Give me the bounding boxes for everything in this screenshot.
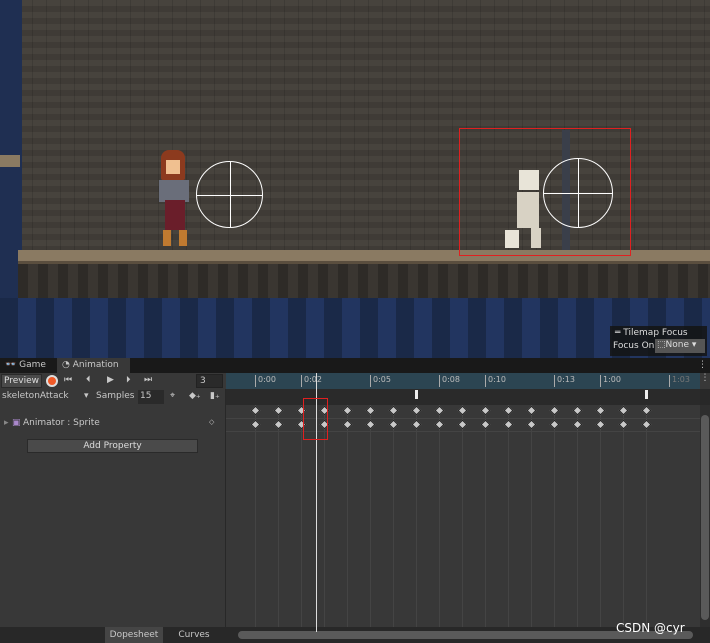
add-event-icon[interactable]: ▮₊ xyxy=(210,391,220,401)
clip-toolbar: skeletonAttack ▾ Samples 15 ⌖ ◆₊ ▮₊ xyxy=(0,389,225,405)
animation-clock-icon: ◔ xyxy=(62,360,70,370)
tab-label: Game xyxy=(19,360,46,370)
preview-button[interactable]: Preview xyxy=(1,374,42,388)
keyframe[interactable] xyxy=(572,405,583,416)
keyframe[interactable] xyxy=(411,405,422,416)
frame-gridline xyxy=(623,405,624,627)
clip-dropdown[interactable]: skeletonAttack ▾ xyxy=(2,391,92,401)
pivot-gizmo[interactable] xyxy=(196,161,263,228)
frame-gridline xyxy=(600,405,601,627)
keyframe[interactable] xyxy=(273,405,284,416)
frame-gridline xyxy=(278,405,279,627)
floor-bricks xyxy=(18,264,710,298)
property-row[interactable]: ▸ ▣ Animator : Sprite ◇ xyxy=(0,417,225,431)
frame-gridline xyxy=(577,405,578,627)
frame-gridline xyxy=(508,405,509,627)
keyframe-diamond-icon[interactable]: ◇ xyxy=(209,418,214,426)
play-icon[interactable]: ▶ xyxy=(107,375,114,385)
tab-label: Animation xyxy=(72,360,119,370)
keyframe[interactable] xyxy=(641,405,652,416)
frame-gridline xyxy=(462,405,463,627)
frame-gridline xyxy=(439,405,440,627)
keyframe[interactable] xyxy=(526,405,537,416)
ruler-label: 0:05 xyxy=(370,375,391,387)
keyframe[interactable] xyxy=(618,405,629,416)
keyframe[interactable] xyxy=(549,405,560,416)
watermark: CSDN @cyr xyxy=(616,621,685,635)
keyframe[interactable] xyxy=(457,405,468,416)
dashed-box-icon: ⬚ xyxy=(657,340,666,350)
event-marker[interactable] xyxy=(415,390,418,399)
property-panel: ▸ ▣ Animator : Sprite ◇ Add Property xyxy=(0,405,225,627)
first-keyframe-icon[interactable]: ⏮ xyxy=(64,375,72,385)
property-label: Animator : Sprite xyxy=(23,418,100,428)
tab-bar: 👓 Game ◔ Animation ⋮ xyxy=(0,358,710,373)
frame-gridline xyxy=(255,405,256,627)
frame-gridline xyxy=(347,405,348,627)
ruler-label: 0:02 xyxy=(301,375,322,387)
frame-gridline xyxy=(301,405,302,627)
add-property-button[interactable]: Add Property xyxy=(27,439,198,453)
prev-keyframe-icon[interactable]: ⏴ xyxy=(86,375,91,385)
gamepad-icon: 👓 xyxy=(5,360,17,370)
keyframe[interactable] xyxy=(250,405,261,416)
ruler-label: 0:00 xyxy=(255,375,276,387)
keyframe[interactable] xyxy=(503,405,514,416)
add-keyframe-icon[interactable]: ◆₊ xyxy=(189,391,201,401)
ruler-label: 0:10 xyxy=(485,375,506,387)
keyframe[interactable] xyxy=(480,405,491,416)
pivot-gizmo-skeleton[interactable] xyxy=(543,158,613,228)
ruler-label: 0:13 xyxy=(554,375,575,387)
keyframe[interactable] xyxy=(595,405,606,416)
ruler-menu-icon[interactable]: ⋮ xyxy=(700,373,710,389)
tab-animation[interactable]: ◔ Animation xyxy=(57,358,130,373)
bottom-bar: Dopesheet Curves CSDN @cyr xyxy=(0,621,710,643)
samples-input[interactable]: 15 xyxy=(138,390,164,404)
frame-gridline xyxy=(485,405,486,627)
keyframe[interactable] xyxy=(342,405,353,416)
curves-tab[interactable]: Curves xyxy=(165,627,223,643)
skeleton-sprite[interactable] xyxy=(505,170,545,250)
overlay-title: Tilemap Focus xyxy=(623,328,688,338)
last-keyframe-icon[interactable]: ⏭ xyxy=(144,375,152,385)
ruler-label: 0:08 xyxy=(439,375,460,387)
scrollbar-thumb[interactable] xyxy=(701,415,709,620)
ruler-label: 1:03 xyxy=(669,375,690,387)
dopesheet[interactable] xyxy=(226,405,700,627)
focus-value: None xyxy=(665,340,689,350)
frame-gridline xyxy=(416,405,417,627)
player-sprite[interactable] xyxy=(155,150,195,248)
frame-input[interactable]: 3 xyxy=(196,374,223,388)
keyframe[interactable] xyxy=(434,405,445,416)
ledge xyxy=(0,155,20,167)
background-tiles xyxy=(0,298,710,358)
keyframe[interactable] xyxy=(365,405,376,416)
clip-name: skeletonAttack xyxy=(2,391,69,401)
record-icon[interactable] xyxy=(46,375,58,387)
frame-gridline xyxy=(531,405,532,627)
samples-label: Samples xyxy=(96,391,135,401)
focus-on-dropdown[interactable]: ⬚None ▾ xyxy=(655,339,705,353)
frame-gridline xyxy=(646,405,647,627)
tilemap-focus-overlay: ═ Tilemap Focus Focus On ⬚None ▾ xyxy=(610,326,707,356)
event-track[interactable] xyxy=(226,389,700,405)
selection-highlight xyxy=(303,398,328,440)
dopesheet-tab[interactable]: Dopesheet xyxy=(105,627,163,643)
ruler-label: 1:00 xyxy=(600,375,621,387)
expand-arrow-icon[interactable]: ▸ xyxy=(4,418,9,428)
next-keyframe-icon[interactable]: ⏵ xyxy=(126,375,131,385)
focus-on-label: Focus On xyxy=(613,341,655,351)
keyframe-mode-icon[interactable]: ⌖ xyxy=(170,391,175,401)
tab-game[interactable]: 👓 Game xyxy=(0,358,57,373)
time-ruler[interactable]: 0:00 0:02 0:05 0:08 0:10 0:13 1:00 1:03 xyxy=(226,373,700,389)
keyframe[interactable] xyxy=(388,405,399,416)
vertical-scrollbar[interactable] xyxy=(700,405,710,627)
frame-gridline xyxy=(370,405,371,627)
frame-gridline xyxy=(554,405,555,627)
scene-view[interactable]: ═ Tilemap Focus Focus On ⬚None ▾ xyxy=(0,0,710,358)
event-marker[interactable] xyxy=(645,390,648,399)
animator-icon: ▣ xyxy=(12,418,21,428)
frame-gridline xyxy=(393,405,394,627)
more-menu-icon[interactable]: ⋮ xyxy=(698,360,707,370)
